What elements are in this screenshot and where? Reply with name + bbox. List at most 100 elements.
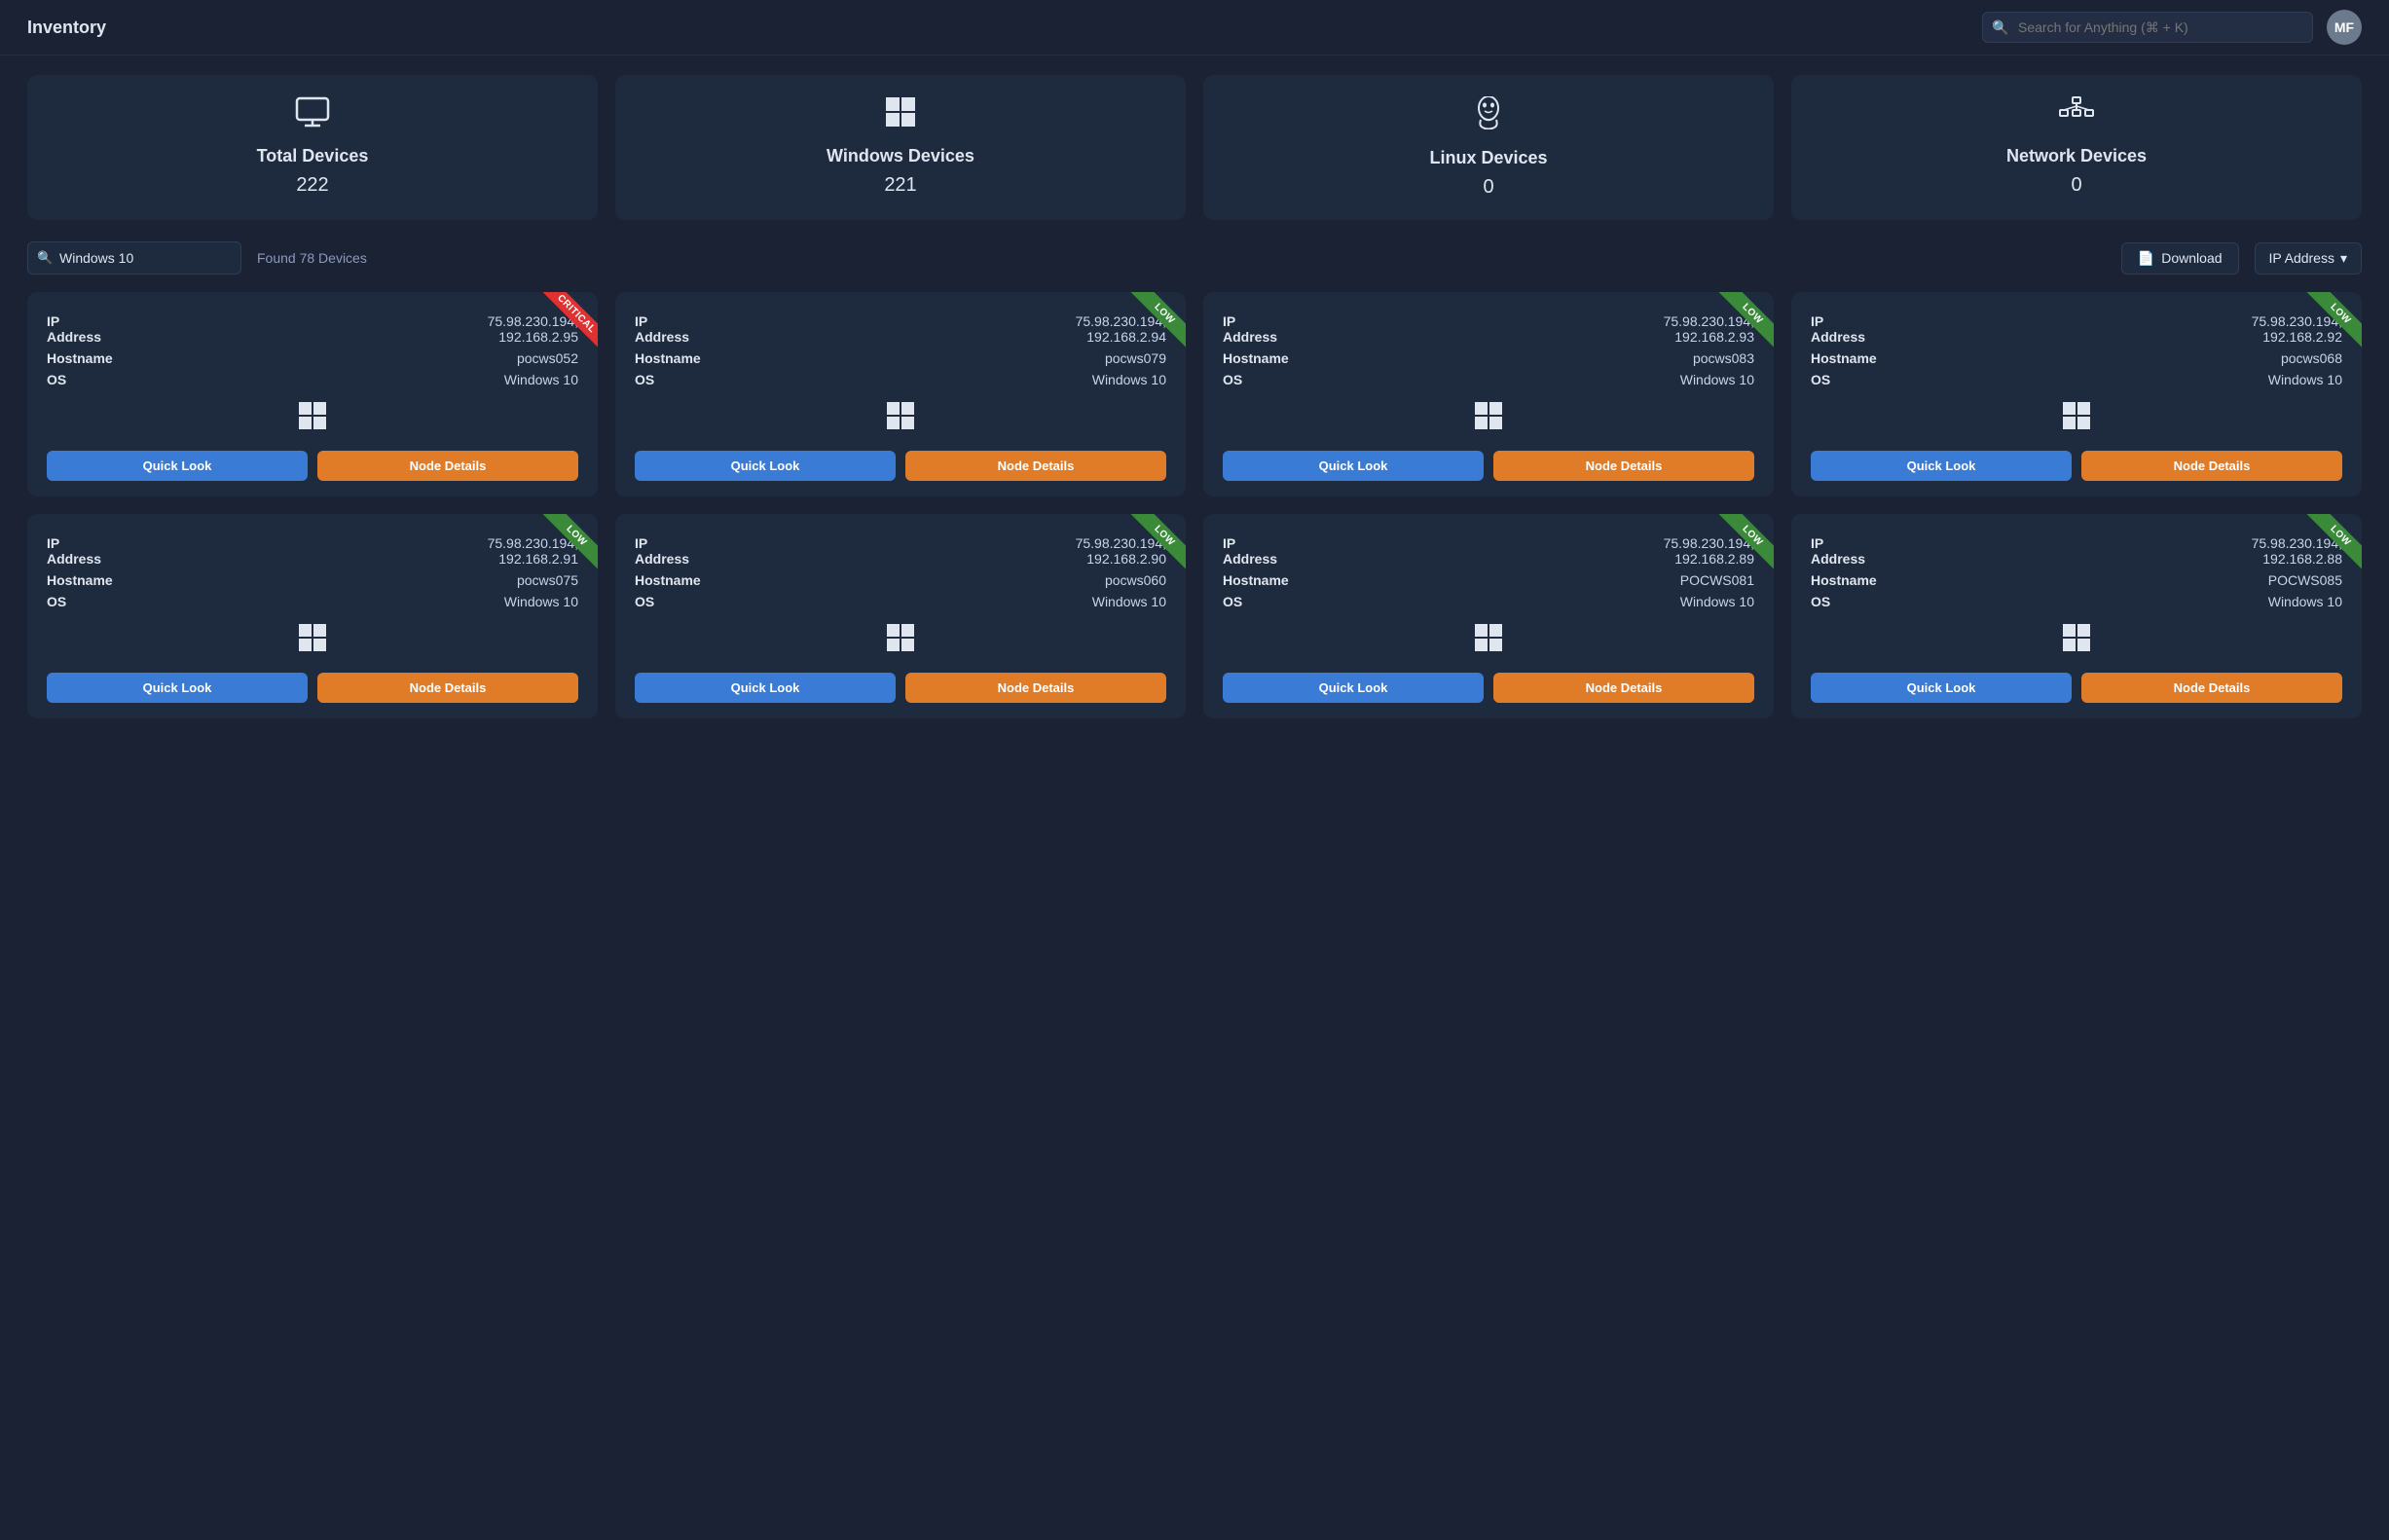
hostname-row: Hostname POCWS085 xyxy=(1811,572,2342,588)
stat-card-windows: Windows Devices 221 xyxy=(615,75,1186,220)
os-row: OS Windows 10 xyxy=(635,372,1166,387)
toolbar: 🔍 Found 78 Devices 📄 Download IP Address… xyxy=(27,241,2362,275)
stat-total-value: 222 xyxy=(296,174,328,197)
os-value: Windows 10 xyxy=(1092,594,1166,609)
search-wrapper: 🔍 xyxy=(1982,12,2313,43)
quick-look-button[interactable]: Quick Look xyxy=(1811,451,2072,481)
node-details-button[interactable]: Node Details xyxy=(1493,673,1754,703)
network-icon xyxy=(2059,96,2094,134)
device-info: IPAddress 75.98.230.194,192.168.2.90 Hos… xyxy=(635,535,1166,609)
node-details-button[interactable]: Node Details xyxy=(317,673,578,703)
stat-windows-value: 221 xyxy=(884,174,916,197)
ip-sort-button[interactable]: IP Address ▾ xyxy=(2255,242,2362,275)
main-content: Total Devices 222 Windows Devices 221 xyxy=(0,55,2389,738)
stat-card-total: Total Devices 222 xyxy=(27,75,598,220)
os-label: OS xyxy=(47,372,66,387)
hostname-row: Hostname pocws079 xyxy=(635,350,1166,366)
os-label: OS xyxy=(635,594,654,609)
ip-row: IPAddress 75.98.230.194,192.168.2.89 xyxy=(1223,535,1754,567)
ip-row: IPAddress 75.98.230.194,192.168.2.95 xyxy=(47,313,578,345)
os-value: Windows 10 xyxy=(504,594,578,609)
stat-card-linux: Linux Devices 0 xyxy=(1203,75,1774,220)
quick-look-button[interactable]: Quick Look xyxy=(1811,673,2072,703)
device-search-input[interactable] xyxy=(27,241,241,275)
quick-look-button[interactable]: Quick Look xyxy=(1223,673,1484,703)
ip-label: IPAddress xyxy=(635,313,689,345)
badge-corner: CRITICAL xyxy=(530,292,598,360)
os-icon xyxy=(1223,401,1754,437)
ip-label: IPAddress xyxy=(1223,313,1277,345)
os-row: OS Windows 10 xyxy=(47,372,578,387)
node-details-button[interactable]: Node Details xyxy=(2081,451,2342,481)
node-details-button[interactable]: Node Details xyxy=(317,451,578,481)
device-actions: Quick Look Node Details xyxy=(635,451,1166,481)
device-card: LOW IPAddress 75.98.230.194,192.168.2.91… xyxy=(27,514,598,718)
monitor-icon xyxy=(295,96,330,134)
os-value: Windows 10 xyxy=(1680,372,1754,387)
os-row: OS Windows 10 xyxy=(1223,372,1754,387)
node-details-button[interactable]: Node Details xyxy=(2081,673,2342,703)
search-icon: 🔍 xyxy=(1992,19,2008,36)
quick-look-button[interactable]: Quick Look xyxy=(47,451,308,481)
hostname-label: Hostname xyxy=(1223,350,1289,366)
device-actions: Quick Look Node Details xyxy=(1223,451,1754,481)
hostname-label: Hostname xyxy=(1811,572,1877,588)
os-icon xyxy=(47,401,578,437)
severity-badge: LOW xyxy=(1719,514,1774,569)
device-card: LOW IPAddress 75.98.230.194,192.168.2.89… xyxy=(1203,514,1774,718)
device-info: IPAddress 75.98.230.194,192.168.2.93 Hos… xyxy=(1223,313,1754,387)
os-label: OS xyxy=(1811,594,1830,609)
node-details-button[interactable]: Node Details xyxy=(1493,451,1754,481)
device-grid: CRITICAL IPAddress 75.98.230.194,192.168… xyxy=(27,292,2362,718)
badge-corner: LOW xyxy=(2294,514,2362,582)
badge-corner: LOW xyxy=(1118,292,1186,360)
hostname-label: Hostname xyxy=(1223,572,1289,588)
ip-label: IPAddress xyxy=(1811,535,1865,567)
os-icon xyxy=(635,401,1166,437)
hostname-label: Hostname xyxy=(1811,350,1877,366)
badge-corner: LOW xyxy=(530,514,598,582)
ip-row: IPAddress 75.98.230.194,192.168.2.90 xyxy=(635,535,1166,567)
severity-badge: LOW xyxy=(2307,514,2362,569)
device-info: IPAddress 75.98.230.194,192.168.2.95 Hos… xyxy=(47,313,578,387)
hostname-label: Hostname xyxy=(47,572,113,588)
quick-look-button[interactable]: Quick Look xyxy=(635,673,896,703)
node-details-button[interactable]: Node Details xyxy=(905,673,1166,703)
global-search-input[interactable] xyxy=(1982,12,2313,43)
os-icon xyxy=(47,623,578,659)
badge-corner: LOW xyxy=(1706,292,1774,360)
os-row: OS Windows 10 xyxy=(635,594,1166,609)
device-actions: Quick Look Node Details xyxy=(1223,673,1754,703)
node-details-button[interactable]: Node Details xyxy=(905,451,1166,481)
os-icon xyxy=(1811,623,2342,659)
os-value: Windows 10 xyxy=(504,372,578,387)
avatar: MF xyxy=(2327,10,2362,45)
stat-total-title: Total Devices xyxy=(257,146,369,166)
device-card: LOW IPAddress 75.98.230.194,192.168.2.93… xyxy=(1203,292,1774,496)
chevron-down-icon: ▾ xyxy=(2340,250,2347,267)
ip-label: IPAddress xyxy=(635,535,689,567)
device-info: IPAddress 75.98.230.194,192.168.2.88 Hos… xyxy=(1811,535,2342,609)
badge-corner: LOW xyxy=(2294,292,2362,360)
stat-linux-value: 0 xyxy=(1483,176,1493,199)
severity-badge: LOW xyxy=(543,514,598,569)
device-info: IPAddress 75.98.230.194,192.168.2.89 Hos… xyxy=(1223,535,1754,609)
quick-look-button[interactable]: Quick Look xyxy=(1223,451,1484,481)
badge-corner: LOW xyxy=(1706,514,1774,582)
hostname-label: Hostname xyxy=(47,350,113,366)
filter-search-icon: 🔍 xyxy=(37,250,53,266)
os-label: OS xyxy=(1223,594,1242,609)
ip-row: IPAddress 75.98.230.194,192.168.2.91 xyxy=(47,535,578,567)
quick-look-button[interactable]: Quick Look xyxy=(47,673,308,703)
device-actions: Quick Look Node Details xyxy=(1811,451,2342,481)
os-value: Windows 10 xyxy=(2268,372,2342,387)
device-actions: Quick Look Node Details xyxy=(47,673,578,703)
quick-look-button[interactable]: Quick Look xyxy=(635,451,896,481)
severity-badge: LOW xyxy=(1719,292,1774,348)
device-card: LOW IPAddress 75.98.230.194,192.168.2.90… xyxy=(615,514,1186,718)
os-row: OS Windows 10 xyxy=(1223,594,1754,609)
os-icon xyxy=(1223,623,1754,659)
hostname-row: Hostname pocws068 xyxy=(1811,350,2342,366)
download-button[interactable]: 📄 Download xyxy=(2121,242,2239,275)
device-card: LOW IPAddress 75.98.230.194,192.168.2.88… xyxy=(1791,514,2362,718)
